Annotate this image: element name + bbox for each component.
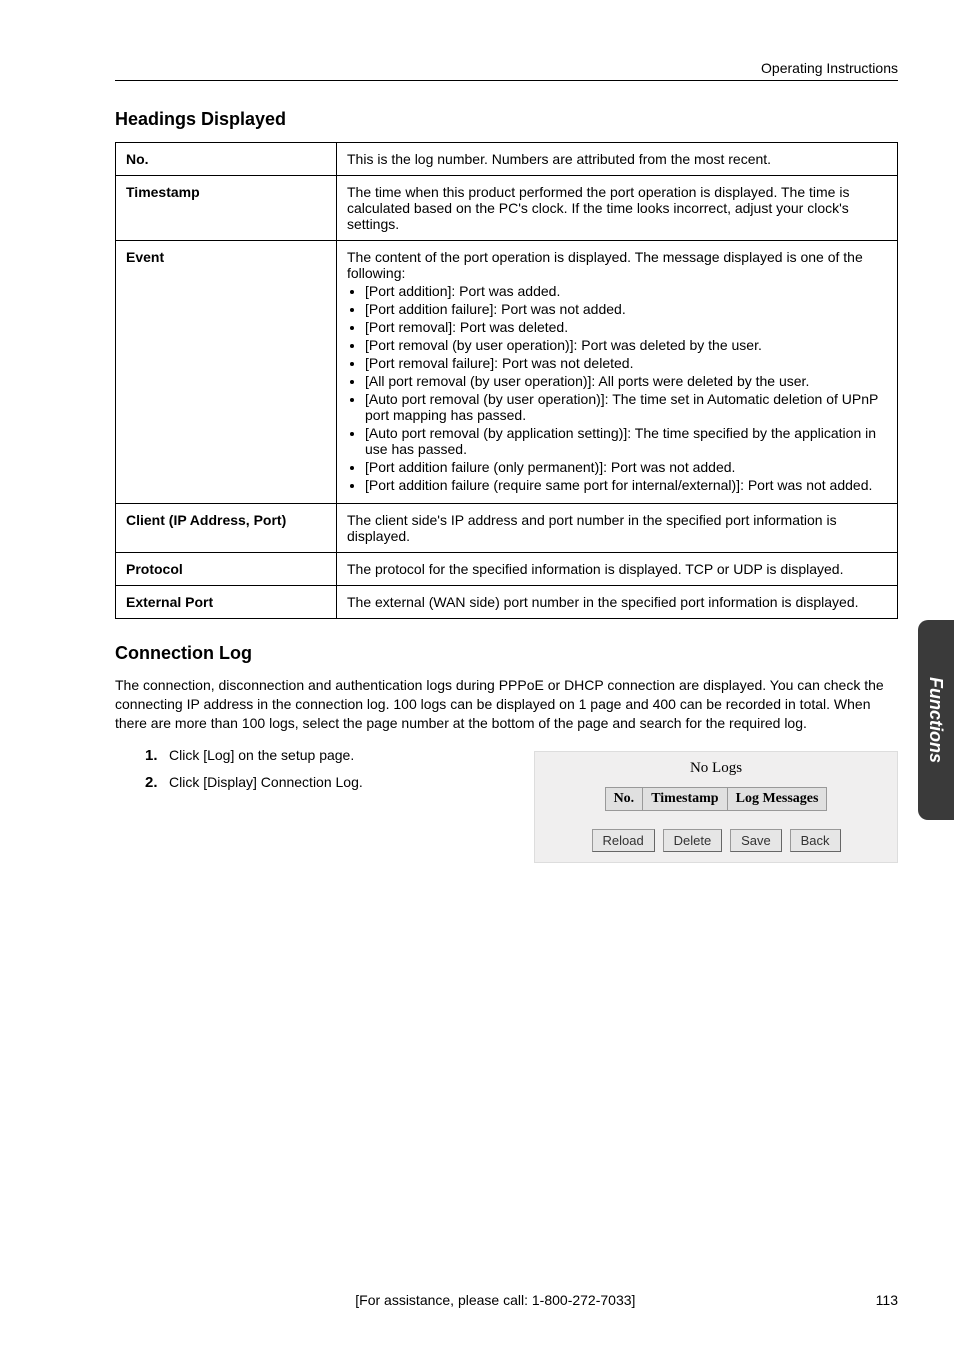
col-logmessages: Log Messages <box>727 787 827 810</box>
row-no-desc: This is the log number. Numbers are attr… <box>337 143 898 176</box>
event-intro: The content of the port operation is dis… <box>347 249 863 281</box>
footer-assist: [For assistance, please call: 1-800-272-… <box>115 1292 876 1308</box>
table-row: No. This is the log number. Numbers are … <box>116 143 898 176</box>
button-row: Reload Delete Save Back <box>541 829 891 852</box>
col-timestamp: Timestamp <box>643 787 727 810</box>
functions-side-tab: Functions <box>918 620 954 820</box>
row-timestamp-desc: The time when this product performed the… <box>337 176 898 241</box>
connection-log-body: The connection, disconnection and authen… <box>115 676 898 733</box>
event-bullet: [Port removal (by user operation)]: Port… <box>365 337 887 353</box>
reload-button[interactable]: Reload <box>592 829 655 852</box>
table-row: Timestamp The time when this product per… <box>116 176 898 241</box>
row-extport-desc: The external (WAN side) port number in t… <box>337 586 898 619</box>
log-table: No. Timestamp Log Messages <box>605 787 828 811</box>
event-bullet: [Port addition]: Port was added. <box>365 283 887 299</box>
event-bullet: [Port removal]: Port was deleted. <box>365 319 887 335</box>
headings-displayed-title: Headings Displayed <box>115 109 898 130</box>
step-text: Click [Display] Connection Log. <box>169 774 363 790</box>
back-button[interactable]: Back <box>790 829 841 852</box>
save-button[interactable]: Save <box>730 829 782 852</box>
table-row: Protocol The protocol for the specified … <box>116 553 898 586</box>
row-no-label: No. <box>116 143 337 176</box>
step-number: 2. <box>145 774 169 791</box>
event-bullet: [Port addition failure]: Port was not ad… <box>365 301 887 317</box>
row-client-desc: The client side's IP address and port nu… <box>337 504 898 553</box>
headings-table: No. This is the log number. Numbers are … <box>115 142 898 619</box>
delete-button[interactable]: Delete <box>663 829 723 852</box>
log-screenshot: No Logs No. Timestamp Log Messages Reloa… <box>534 751 898 863</box>
table-row: Client (IP Address, Port) The client sid… <box>116 504 898 553</box>
page-footer: [For assistance, please call: 1-800-272-… <box>115 1292 898 1308</box>
step-number: 1. <box>145 747 169 764</box>
table-row: External Port The external (WAN side) po… <box>116 586 898 619</box>
row-extport-label: External Port <box>116 586 337 619</box>
event-bullet: [Port removal failure]: Port was not del… <box>365 355 887 371</box>
event-bullet: [Auto port removal (by application setti… <box>365 425 887 457</box>
row-protocol-desc: The protocol for the specified informati… <box>337 553 898 586</box>
col-no: No. <box>605 787 643 810</box>
row-event-label: Event <box>116 241 337 504</box>
row-event-desc: The content of the port operation is dis… <box>337 241 898 504</box>
row-timestamp-label: Timestamp <box>116 176 337 241</box>
event-bullet-list: [Port addition]: Port was added. [Port a… <box>347 283 887 493</box>
page-number: 113 <box>876 1292 898 1308</box>
table-row: Event The content of the port operation … <box>116 241 898 504</box>
connection-log-title: Connection Log <box>115 643 898 664</box>
event-bullet: [Port addition failure (require same por… <box>365 477 887 493</box>
event-bullet: [All port removal (by user operation)]: … <box>365 373 887 389</box>
row-client-label: Client (IP Address, Port) <box>116 504 337 553</box>
event-bullet: [Auto port removal (by user operation)]:… <box>365 391 887 423</box>
event-bullet: [Port addition failure (only permanent)]… <box>365 459 887 475</box>
step-text: Click [Log] on the setup page. <box>169 747 354 763</box>
row-protocol-label: Protocol <box>116 553 337 586</box>
running-header: Operating Instructions <box>115 60 898 81</box>
no-logs-label: No Logs <box>541 760 891 777</box>
